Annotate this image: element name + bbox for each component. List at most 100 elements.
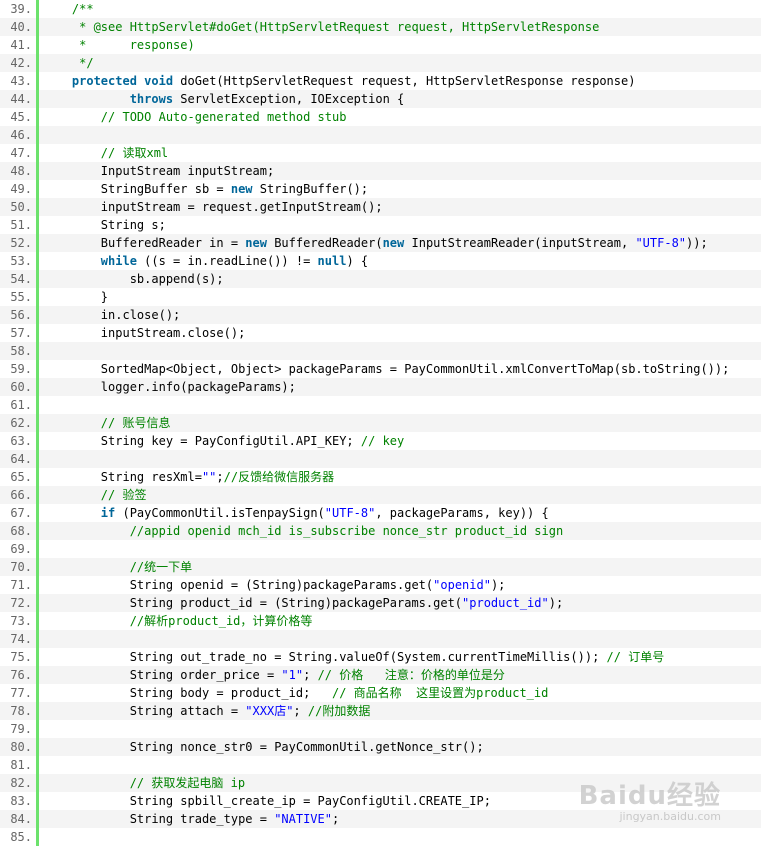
code-token: SortedMap<Object, Object> packageParams … (43, 362, 730, 376)
code-token: "" (201, 470, 217, 484)
code-token: inputStream = request.getInputStream(); (43, 200, 383, 214)
code-viewer: 39. /** 40. * @see HttpServlet#doGet(Http… (0, 0, 761, 846)
code-token: "1" (281, 668, 304, 682)
code-content: InputStream inputStream; (39, 162, 761, 180)
code-content: throws ServletException, IOException { (39, 90, 761, 108)
line-number: 44. (10, 92, 32, 106)
line-number: 45. (10, 110, 32, 124)
line-number: 69. (10, 542, 32, 556)
code-token: if (100, 506, 116, 520)
code-content: // TODO Auto-generated method stub (39, 108, 761, 126)
code-line: 45. // TODO Auto-generated method stub (0, 108, 761, 126)
code-content: logger.info(packageParams); (39, 378, 761, 396)
line-number: 65. (10, 470, 32, 484)
line-number: 68. (10, 524, 32, 538)
line-number: 55. (10, 290, 32, 304)
code-token: ((s = in.readLine()) != (136, 254, 318, 268)
line-number: 79. (10, 722, 32, 736)
code-content: if (PayCommonUtil.isTenpaySign("UTF-8", … (39, 504, 761, 522)
line-number: 39. (10, 2, 32, 16)
code-content: * response) (39, 36, 761, 54)
code-line: 59. SortedMap<Object, Object> packagePar… (0, 360, 761, 378)
code-line: 77. String body = product_id; // 商品名称 这里… (0, 684, 761, 702)
code-line: 39. /** (0, 0, 761, 18)
code-line: 55. } (0, 288, 761, 306)
code-token: "UTF-8" (635, 236, 687, 250)
code-line: 60. logger.info(packageParams); (0, 378, 761, 396)
code-line: 69. (0, 540, 761, 558)
code-line: 58. (0, 342, 761, 360)
code-content (39, 396, 761, 414)
code-token: String key = PayConfigUtil.API_KEY; (43, 434, 361, 448)
code-line: 41. * response) (0, 36, 761, 54)
code-token: BufferedReader( (266, 236, 383, 250)
line-number: 84. (10, 812, 32, 826)
code-content: StringBuffer sb = new StringBuffer(); (39, 180, 761, 198)
code-line: 42. */ (0, 54, 761, 72)
code-content (39, 540, 761, 558)
code-token: logger.info(packageParams); (43, 380, 296, 394)
line-number: 80. (10, 740, 32, 754)
line-number: 63. (10, 434, 32, 448)
code-content: //appid openid mch_id is_subscribe nonce… (39, 522, 761, 540)
code-token: //附加数据 (307, 704, 371, 718)
line-number: 70. (10, 560, 32, 574)
code-line: 68. //appid openid mch_id is_subscribe n… (0, 522, 761, 540)
line-number: 50. (10, 200, 32, 214)
line-number: 52. (10, 236, 32, 250)
code-line: 64. (0, 450, 761, 468)
code-token: void (144, 74, 174, 88)
code-content: String nonce_str0 = PayCommonUtil.getNon… (39, 738, 761, 756)
code-line: 51. String s; (0, 216, 761, 234)
code-line: 62. // 账号信息 (0, 414, 761, 432)
code-content (39, 630, 761, 648)
code-token: String trade_type = (43, 812, 275, 826)
line-number: 67. (10, 506, 32, 520)
code-line: 71. String openid = (String)packageParam… (0, 576, 761, 594)
code-token: String nonce_str0 = PayCommonUtil.getNon… (43, 740, 484, 754)
line-number: 61. (10, 398, 32, 412)
code-token: */ (43, 56, 94, 70)
code-line: 85. (0, 828, 761, 846)
code-line: 74. (0, 630, 761, 648)
code-content: // 读取xml (39, 144, 761, 162)
line-number: 54. (10, 272, 32, 286)
code-token: "XXX店" (245, 704, 294, 718)
code-token: InputStreamReader(inputStream, (404, 236, 636, 250)
code-line: 76. String order_price = "1"; // 价格 注意：价… (0, 666, 761, 684)
code-token: String product_id = (String)packageParam… (43, 596, 463, 610)
code-token: String attach = (43, 704, 246, 718)
code-line: 43. protected void doGet(HttpServletRequ… (0, 72, 761, 90)
code-token: new (230, 182, 253, 196)
line-number: 58. (10, 344, 32, 358)
code-token: String resXml= (43, 470, 202, 484)
code-token: // 获取发起电脑 ip (129, 776, 246, 790)
code-line: 52. BufferedReader in = new BufferedRead… (0, 234, 761, 252)
code-token: String body = product_id; (43, 686, 332, 700)
code-token: ; (293, 704, 308, 718)
line-number: 49. (10, 182, 32, 196)
code-token: BufferedReader in = (43, 236, 246, 250)
code-content: * @see HttpServlet#doGet(HttpServletRequ… (39, 18, 761, 36)
code-token: // TODO Auto-generated method stub (100, 110, 347, 124)
code-content: String key = PayConfigUtil.API_KEY; // k… (39, 432, 761, 450)
line-number: 62. (10, 416, 32, 430)
code-token: * response) (43, 38, 195, 52)
line-number: 74. (10, 632, 32, 646)
code-line: 72. String product_id = (String)packageP… (0, 594, 761, 612)
code-line: 73. //解析product_id，计算价格等 (0, 612, 761, 630)
code-token: // 读取xml (100, 146, 169, 160)
code-line: 80. String nonce_str0 = PayCommonUtil.ge… (0, 738, 761, 756)
code-content (39, 756, 761, 774)
code-token: StringBuffer(); (252, 182, 369, 196)
code-content: in.close(); (39, 306, 761, 324)
code-content: //统一下单 (39, 558, 761, 576)
code-line: 67. if (PayCommonUtil.isTenpaySign("UTF-… (0, 504, 761, 522)
code-token: // 验签 (100, 488, 147, 502)
line-number: 77. (10, 686, 32, 700)
line-number: 41. (10, 38, 32, 52)
